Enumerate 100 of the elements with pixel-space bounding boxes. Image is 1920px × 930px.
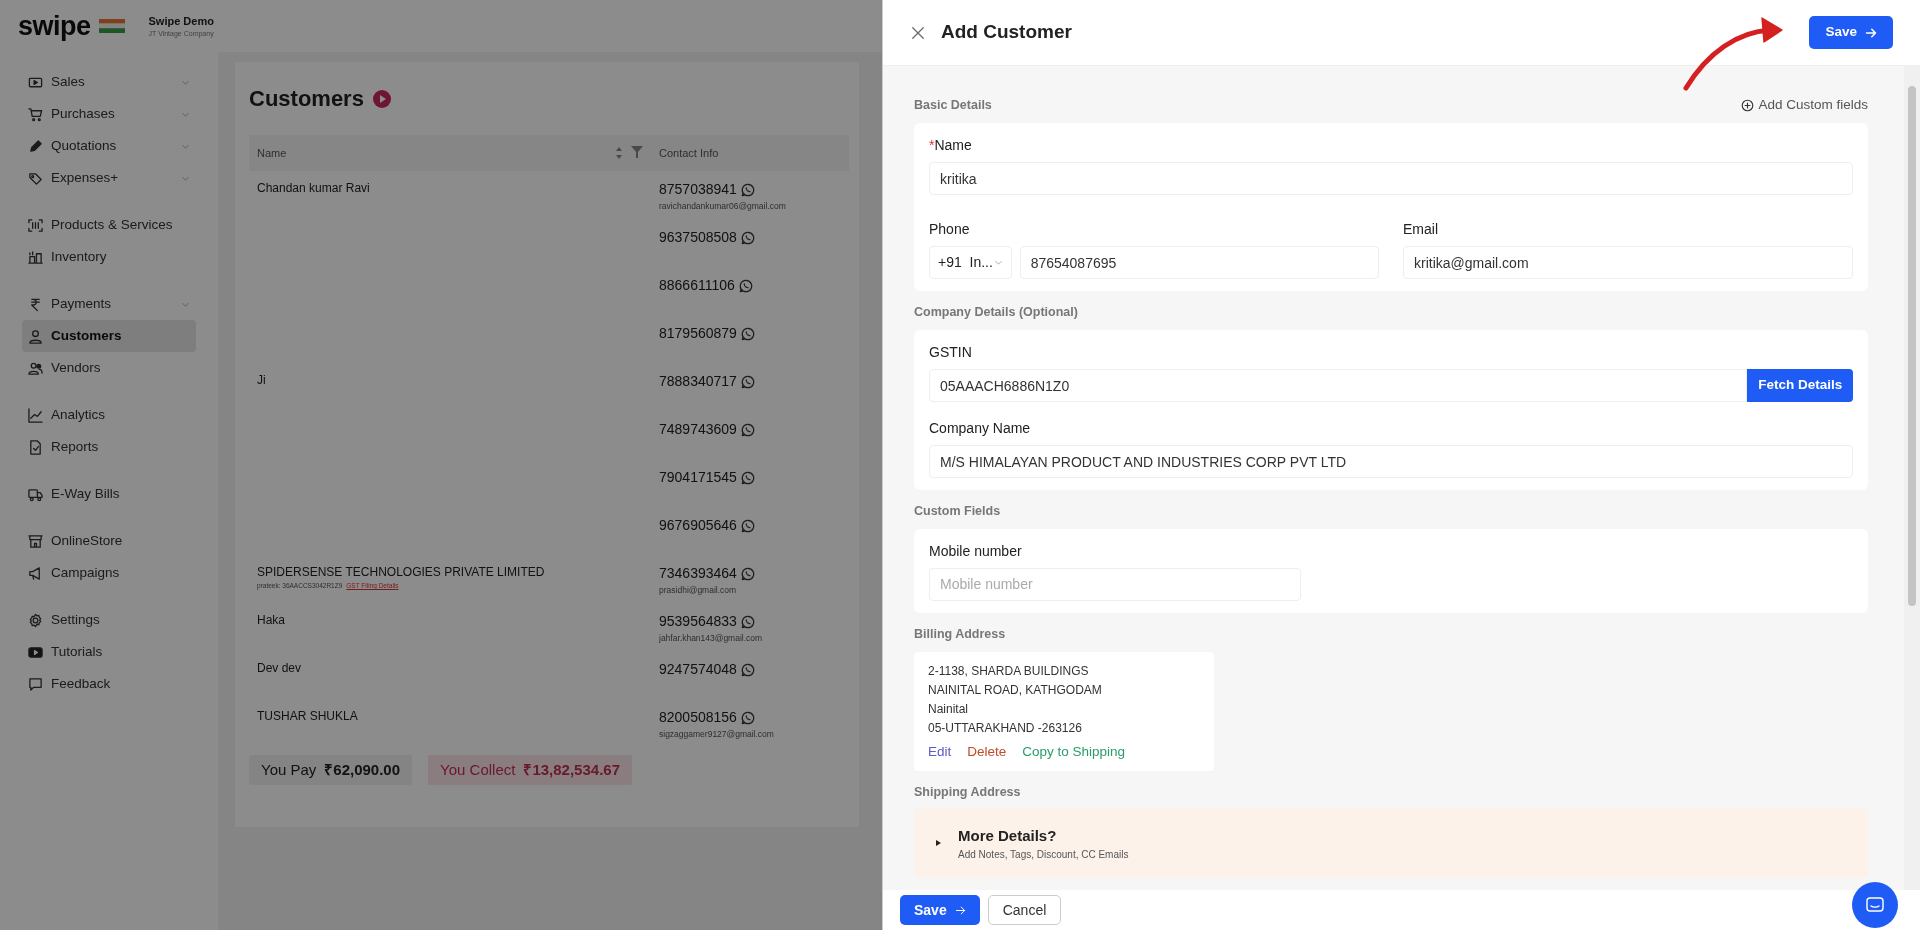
sidebar-item[interactable]: OnlineStore <box>22 525 196 557</box>
table-cell-text: Dev dev <box>257 660 303 677</box>
table-cell-text: Ji <box>257 372 267 389</box>
address-line: 05-UTTARAKHAND -263126 <box>928 719 1083 737</box>
more-details-toggle[interactable]: More Details? Add Notes, Tags, Discount, CC Emails <box>914 809 1868 878</box>
field-label: Phone <box>929 220 971 240</box>
phone-bubble-icon <box>738 278 753 293</box>
input-field[interactable]: kritika <box>929 162 1853 196</box>
cart-icon <box>28 106 43 122</box>
input-field[interactable]: Mobile number <box>929 567 1301 601</box>
column-header: Name <box>257 145 287 161</box>
filter-icon <box>631 146 643 158</box>
table-cell-text: 7489743609 <box>659 420 737 439</box>
section-heading: Custom Fields <box>914 503 1001 520</box>
address-action-link[interactable]: Copy to Shipping <box>1022 741 1126 761</box>
arrow-right-icon <box>1865 26 1877 39</box>
play-icon <box>371 88 392 109</box>
phone-bubble-icon <box>740 326 755 341</box>
close-button[interactable] <box>911 25 925 40</box>
sidebar-item[interactable]: Analytics <box>22 399 196 431</box>
table-cell-text: 9539564833 <box>659 612 737 631</box>
table-cell-text: Chandan kumar Ravi <box>257 180 371 197</box>
tag-icon <box>28 170 43 186</box>
table-cell-text: prasidhi@gmail.com <box>659 584 738 597</box>
sidebar-item[interactable]: Vendors <box>22 352 196 384</box>
panel-subtitle: Add Notes, Tags, Discount, CC Emails <box>958 848 1129 862</box>
address-action-link[interactable]: Delete <box>967 741 1007 761</box>
phone-bubble-icon <box>740 422 755 437</box>
sidebar-item[interactable]: Expenses+ <box>22 162 196 194</box>
field-label: GSTIN <box>929 343 973 362</box>
table-cell-text: TUSHAR SHUKLA <box>257 708 359 725</box>
input-field[interactable]: 05AAACH6886N1Z0 <box>929 369 1748 402</box>
add-custom-fields-link[interactable]: Add Custom fields <box>1741 95 1868 116</box>
arrow-right-icon <box>954 904 966 916</box>
field-label: *Name <box>929 136 973 156</box>
sidebar-item[interactable]: Feedback <box>22 668 196 700</box>
phone-bubble-icon <box>740 230 755 245</box>
settings-icon <box>28 612 43 628</box>
sidebar-item[interactable]: Payments <box>22 288 196 320</box>
sidebar-item[interactable]: E-Way Bills <box>22 478 196 510</box>
scan-icon <box>28 217 43 233</box>
chart-icon <box>28 407 43 423</box>
table-cell-text: SPIDERSENSE TECHNOLOGIES PRIVATE LIMITED <box>257 564 546 581</box>
table-cell-text: 8757038941 <box>659 180 737 199</box>
phone-bubble-icon <box>740 566 755 581</box>
table-cell: sigzaggamer9127@gmail.com <box>659 728 774 741</box>
document-icon <box>28 439 43 455</box>
megaphone-icon <box>28 565 43 581</box>
input-field[interactable]: M/S HIMALAYAN PRODUCT AND INDUSTRIES CORP PVT LTD <box>929 445 1853 478</box>
field-label: Email <box>1403 220 1439 240</box>
table-cell-text: 8866611106 <box>659 276 735 295</box>
pen-icon <box>28 138 43 154</box>
save-button[interactable]: Save <box>900 895 980 925</box>
section-heading: Shipping Address <box>914 783 1021 801</box>
play-icon <box>28 644 43 660</box>
sidebar-item[interactable]: Campaigns <box>22 557 196 589</box>
phone-bubble-icon <box>740 710 755 725</box>
section-heading: Basic Details <box>914 96 992 114</box>
fetch-details-button[interactable]: Fetch Details <box>1747 369 1853 402</box>
sidebar-item[interactable]: Settings <box>22 604 196 636</box>
field-label: Company Name <box>929 419 1032 438</box>
address-line: NAINITAL ROAD, KATHGODAM <box>928 681 1103 699</box>
sidebar-item[interactable]: Tutorials <box>22 636 196 668</box>
sidebar-item[interactable]: Sales <box>22 66 196 98</box>
input-field[interactable]: 87654087695 <box>1019 246 1379 280</box>
sidebar-item[interactable]: Inventory <box>22 241 196 273</box>
country-code-select[interactable]: +91 In... <box>929 246 1012 280</box>
plus-circle-icon <box>1741 98 1755 112</box>
table-cell-text: 8200508156 <box>659 708 737 727</box>
sidebar-item[interactable]: Purchases <box>22 98 196 130</box>
sidebar-item[interactable]: Customers <box>22 320 196 352</box>
table-cell: ravichandankumar06@gmail.com <box>659 200 786 213</box>
people-icon <box>28 360 43 376</box>
chat-icon <box>1865 895 1885 915</box>
save-button[interactable]: Save <box>1809 16 1893 49</box>
address-action-link[interactable]: Edit <box>928 741 952 761</box>
address-line: Nainital <box>928 700 970 718</box>
sidebar-item[interactable]: Quotations <box>22 130 196 162</box>
logo: swipe <box>18 9 91 43</box>
total-label: You Pay <box>261 759 317 780</box>
chat-icon <box>28 676 43 692</box>
input-field[interactable]: kritika@gmail.com <box>1403 246 1853 280</box>
sort-icon <box>615 146 623 160</box>
flag-icon <box>98 19 125 33</box>
sidebar-item[interactable]: Products & Services <box>22 209 196 241</box>
chevron-icon <box>993 258 1003 268</box>
address-line: 2-1138, SHARDA BUILDINGS <box>928 662 1090 680</box>
table-cell-text: 9247574048 <box>659 660 737 679</box>
phone-bubble-icon <box>740 470 755 485</box>
phone-bubble-icon <box>740 662 755 677</box>
total-label: You Collect <box>440 759 516 780</box>
sidebar-item[interactable]: Reports <box>22 431 196 463</box>
total-amount: ₹13,82,534.67 <box>523 759 620 780</box>
store-icon <box>28 533 43 549</box>
scrollbar[interactable] <box>1904 66 1920 890</box>
total-amount: ₹62,090.00 <box>324 759 401 780</box>
cancel-button[interactable]: Cancel <box>987 895 1062 925</box>
chat-launcher-button[interactable] <box>1852 882 1898 928</box>
table-cell-text: 8179560879 <box>659 324 737 343</box>
phone-bubble-icon <box>740 182 755 197</box>
